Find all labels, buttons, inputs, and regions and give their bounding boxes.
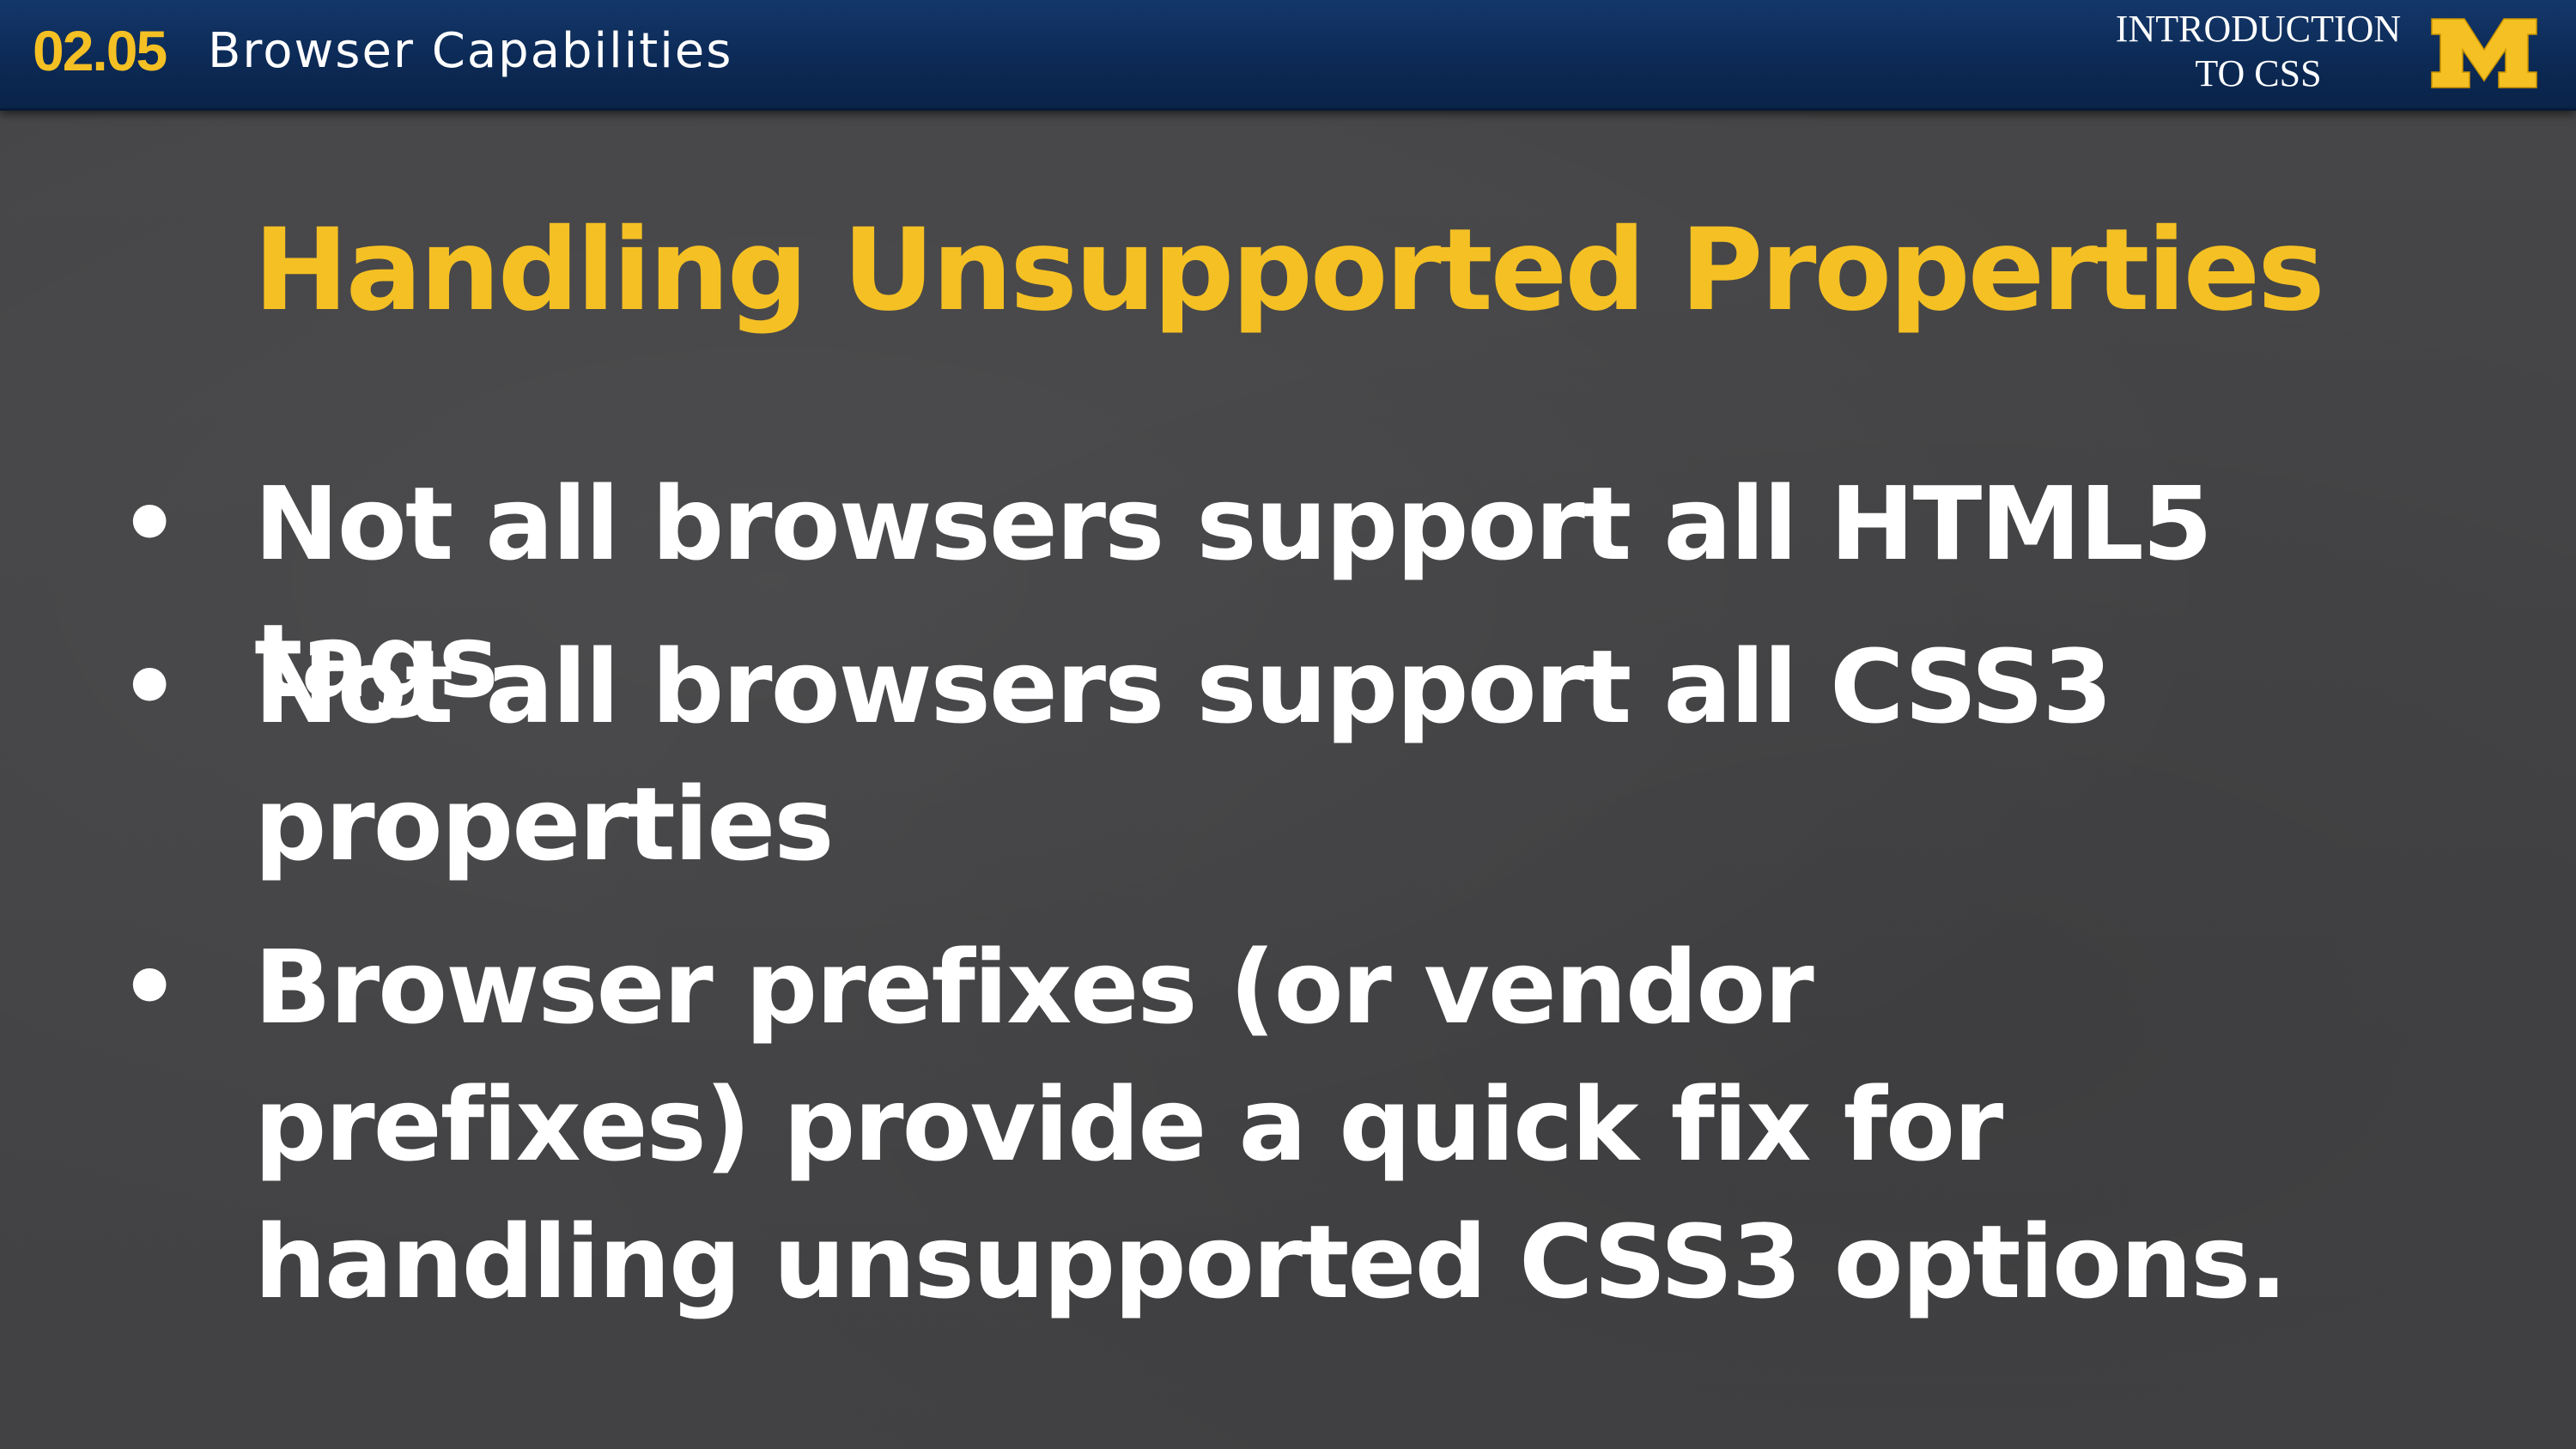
- bullet-text: Browser prefixes (or vendor prefixes) pr…: [254, 928, 2287, 1321]
- bullet-dot-icon: •: [119, 932, 179, 1042]
- bullet-dot-icon: •: [119, 469, 179, 579]
- bullet-item: • Not all browsers support all CSS3 prop…: [119, 618, 2332, 893]
- bullet-text: Not all browsers support all CSS3 proper…: [254, 627, 2113, 883]
- bullet-dot-icon: •: [119, 632, 179, 742]
- bullet-list: • Not all browsers support all HTML5 tag…: [0, 0, 2576, 1449]
- bullet-item: • Browser prefixes (or vendor prefixes) …: [119, 919, 2332, 1331]
